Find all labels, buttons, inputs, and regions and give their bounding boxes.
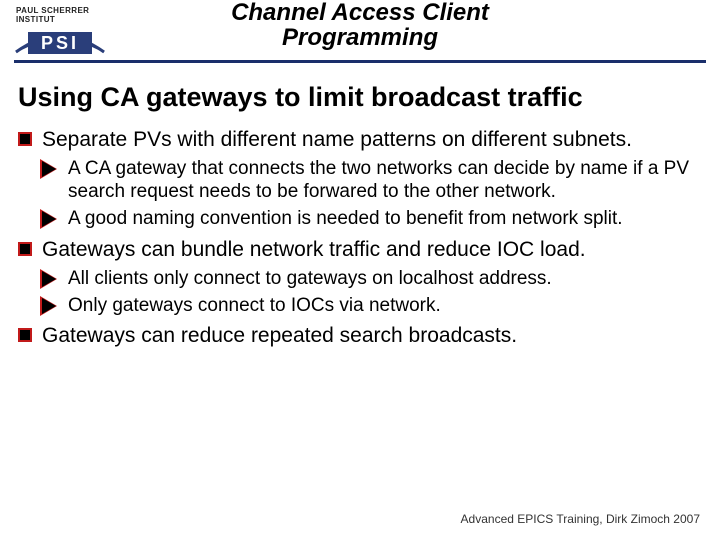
bullet-list: Separate PVs with different name pattern… (18, 127, 702, 349)
bullet-text: A CA gateway that connects the two netwo… (68, 158, 689, 202)
slide-title: Channel Access Client Programming (0, 0, 720, 50)
institute-name: PAUL SCHERRER INSTITUT (14, 6, 106, 26)
list-item: Gateways can bundle network traffic and … (18, 237, 702, 318)
sub-list: A CA gateway that connects the two netwo… (42, 158, 702, 230)
slide-content: Using CA gateways to limit broadcast tra… (18, 82, 702, 355)
bullet-text: Only gateways connect to IOCs via networ… (68, 295, 441, 316)
bullet-text: Gateways can reduce repeated search broa… (42, 324, 517, 347)
list-item: A CA gateway that connects the two netwo… (42, 158, 702, 204)
list-item: Separate PVs with different name pattern… (18, 127, 702, 231)
slide-header: PAUL SCHERRER INSTITUT PSI Channel Acces… (0, 0, 720, 64)
bullet-text: Separate PVs with different name pattern… (42, 128, 632, 151)
bullet-text: All clients only connect to gateways on … (68, 268, 552, 289)
triangle-bullet-icon (42, 161, 56, 177)
triangle-bullet-icon (42, 271, 56, 287)
triangle-bullet-icon (42, 298, 56, 314)
logo-graphic: PSI (14, 26, 106, 60)
psi-logo: PAUL SCHERRER INSTITUT PSI (14, 6, 106, 58)
square-bullet-icon (18, 328, 32, 342)
list-item: Only gateways connect to IOCs via networ… (42, 295, 702, 318)
square-bullet-icon (18, 132, 32, 146)
header-divider (14, 60, 706, 63)
svg-text:PSI: PSI (41, 33, 79, 53)
slide-footer: Advanced EPICS Training, Dirk Zimoch 200… (461, 512, 700, 526)
slide: PAUL SCHERRER INSTITUT PSI Channel Acces… (0, 0, 720, 540)
bullet-text: Gateways can bundle network traffic and … (42, 238, 586, 261)
section-heading: Using CA gateways to limit broadcast tra… (18, 82, 702, 113)
bullet-text: A good naming convention is needed to be… (68, 208, 623, 229)
title-line-1: Channel Access Client (0, 0, 720, 25)
title-line-2: Programming (0, 25, 720, 50)
list-item: Gateways can reduce repeated search broa… (18, 323, 702, 348)
sub-list: All clients only connect to gateways on … (42, 268, 702, 318)
square-bullet-icon (18, 242, 32, 256)
list-item: A good naming convention is needed to be… (42, 208, 702, 231)
triangle-bullet-icon (42, 211, 56, 227)
list-item: All clients only connect to gateways on … (42, 268, 702, 291)
logo-psi-text-icon: PSI (28, 32, 92, 54)
